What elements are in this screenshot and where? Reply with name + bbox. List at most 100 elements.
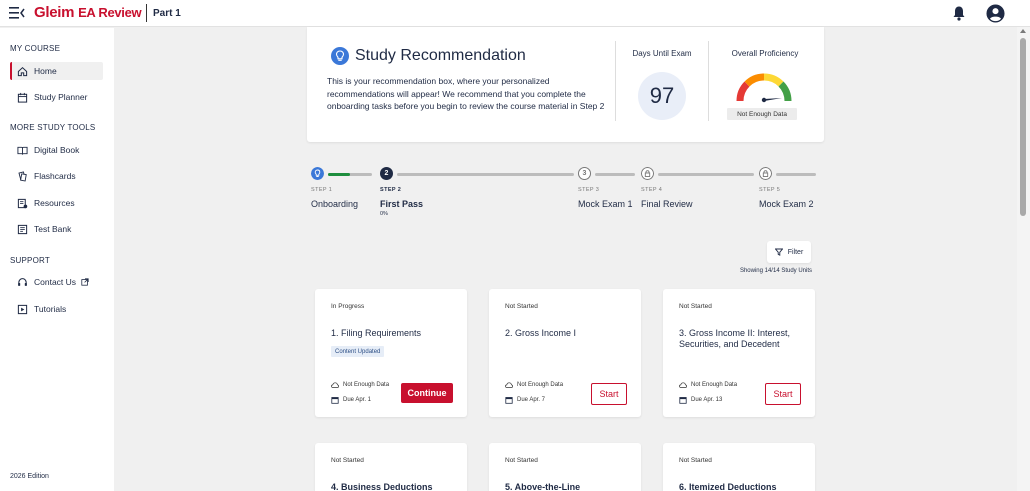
study-recommendation-card: Study Recommendation This is your recomm… [307,27,824,142]
sidebar-item-study-planner[interactable]: Study Planner [10,88,103,106]
sidebar: MY COURSE Home Study Planner MORE STUDY … [0,28,114,491]
edition-label: 2026 Edition [10,473,49,480]
days-until-exam-label: Days Until Exam [632,49,692,58]
study-unit-card[interactable]: In Progress 1. Filing Requirements Conte… [315,289,467,417]
step-1-name[interactable]: Onboarding [311,199,358,209]
unit-data-status: Not Enough Data [331,381,389,389]
filter-icon [774,248,783,256]
scrollbar-thumb[interactable] [1020,38,1026,216]
unit-title[interactable]: 1. Filing Requirements [331,328,459,339]
cloud-data-icon [505,382,513,388]
calendar-icon [331,397,339,404]
notifications-bell-icon[interactable] [952,5,966,21]
start-button[interactable]: Start [765,383,801,405]
cloud-data-icon [331,382,339,388]
unit-status: Not Started [331,457,364,464]
unit-title[interactable]: 5. Above-the-Line [505,482,633,491]
step-5-lock-icon[interactable] [759,167,772,180]
step-3-progress-track [595,173,635,176]
book-icon [17,146,28,155]
unit-data-status: Not Enough Data [505,381,563,389]
step-1-progress-fill [328,173,350,176]
scroll-up-arrow-icon[interactable] [1020,29,1026,33]
study-unit-card[interactable]: Not Started 5. Above-the-Line [489,443,641,491]
card-divider [615,41,616,121]
calendar-icon [505,397,513,404]
days-until-exam-value: 97 [638,72,686,120]
unit-title[interactable]: 3. Gross Income II: Interest, Securities… [679,328,807,349]
unit-status: Not Started [679,457,712,464]
unit-title[interactable]: 4. Business Deductions [331,482,459,491]
gleim-logo[interactable]: Gleim EA Review [34,4,142,21]
showing-count: Showing 14/14 Study Units [739,268,812,274]
study-unit-card[interactable]: Not Started 2. Gross Income I Not Enough… [489,289,641,417]
calendar-icon [679,397,687,404]
sidebar-item-tutorials[interactable]: Tutorials [10,300,103,318]
unit-data-note: Not Enough Data [343,382,390,388]
sidebar-item-label: Study Planner [34,92,88,102]
test-bank-icon [17,224,28,234]
sidebar-item-flashcards[interactable]: Flashcards [10,167,103,185]
unit-data-status: Not Enough Data [679,381,737,389]
tutorials-icon [17,304,28,314]
proficiency-status-badge: Not Enough Data [727,108,797,120]
unit-due-text: Due Apr. 1 [343,397,372,403]
start-button[interactable]: Start [591,383,627,405]
step-1-lightbulb-icon[interactable] [311,167,324,180]
step-2-progress-track [397,173,574,176]
overall-proficiency-label: Overall Proficiency [731,49,799,58]
unit-due-text: Due Apr. 13 [691,397,723,403]
step-1-number: STEP 1 [311,187,333,193]
step-5-name[interactable]: Mock Exam 2 [759,199,814,209]
unit-due-date: Due Apr. 13 [679,396,722,404]
step-3-badge[interactable]: 3 [578,167,591,180]
sidebar-item-test-bank[interactable]: Test Bank [10,220,103,238]
sidebar-item-label: Flashcards [34,171,76,181]
step-2-percent: 0% [380,211,388,217]
headset-icon [18,277,27,286]
unit-data-note: Not Enough Data [517,382,564,388]
unit-due-text: Due Apr. 7 [517,397,546,403]
page-scrollbar[interactable] [1017,27,1030,491]
unit-data-note: Not Enough Data [691,382,738,388]
step-2-number: STEP 2 [380,187,402,193]
calendar-icon [17,92,28,103]
my-course-heading: MY COURSE [10,44,61,53]
unit-title[interactable]: 2. Gross Income I [505,328,633,339]
study-unit-card[interactable]: Not Started 6. Itemized Deductions [663,443,815,491]
cloud-data-icon [679,382,687,388]
unit-status: Not Started [679,303,712,310]
top-bar: Gleim EA Review Part 1 [0,0,1030,27]
lightbulb-icon [331,47,349,65]
step-2-badge[interactable]: 2 [380,167,393,180]
unit-title[interactable]: 6. Itemized Deductions [679,482,807,491]
unit-status: Not Started [505,303,538,310]
home-icon [17,66,28,76]
step-4-progress-track [658,173,754,176]
sidebar-item-label: Contact Us [34,277,77,287]
recommendation-title: Study Recommendation [355,47,526,64]
card-divider [708,41,709,121]
support-heading: SUPPORT [10,256,50,265]
step-2-name[interactable]: First Pass [380,199,423,209]
sidebar-item-label: Digital Book [34,145,80,155]
collapse-menu-icon[interactable] [9,6,25,20]
unit-due-date: Due Apr. 7 [505,396,545,404]
resources-icon [17,198,28,208]
study-unit-card[interactable]: Not Started 3. Gross Income II: Interest… [663,289,815,417]
unit-status: Not Started [505,457,538,464]
continue-button[interactable]: Continue [401,383,453,403]
sidebar-item-label: Test Bank [34,224,72,234]
step-3-name[interactable]: Mock Exam 1 [578,199,633,209]
sidebar-item-digital-book[interactable]: Digital Book [10,141,103,159]
step-4-lock-icon[interactable] [641,167,654,180]
sidebar-item-contact-us[interactable]: Contact Us [10,273,103,291]
step-4-name[interactable]: Final Review [641,199,693,209]
sidebar-item-label: Home [34,66,57,76]
study-unit-card[interactable]: Not Started 4. Business Deductions [315,443,467,491]
step-1-progress-track [328,173,372,176]
filter-button[interactable]: Filter [767,241,811,263]
account-avatar-icon[interactable] [986,4,1005,23]
sidebar-item-resources[interactable]: Resources [10,194,103,212]
sidebar-item-home[interactable]: Home [10,62,103,80]
